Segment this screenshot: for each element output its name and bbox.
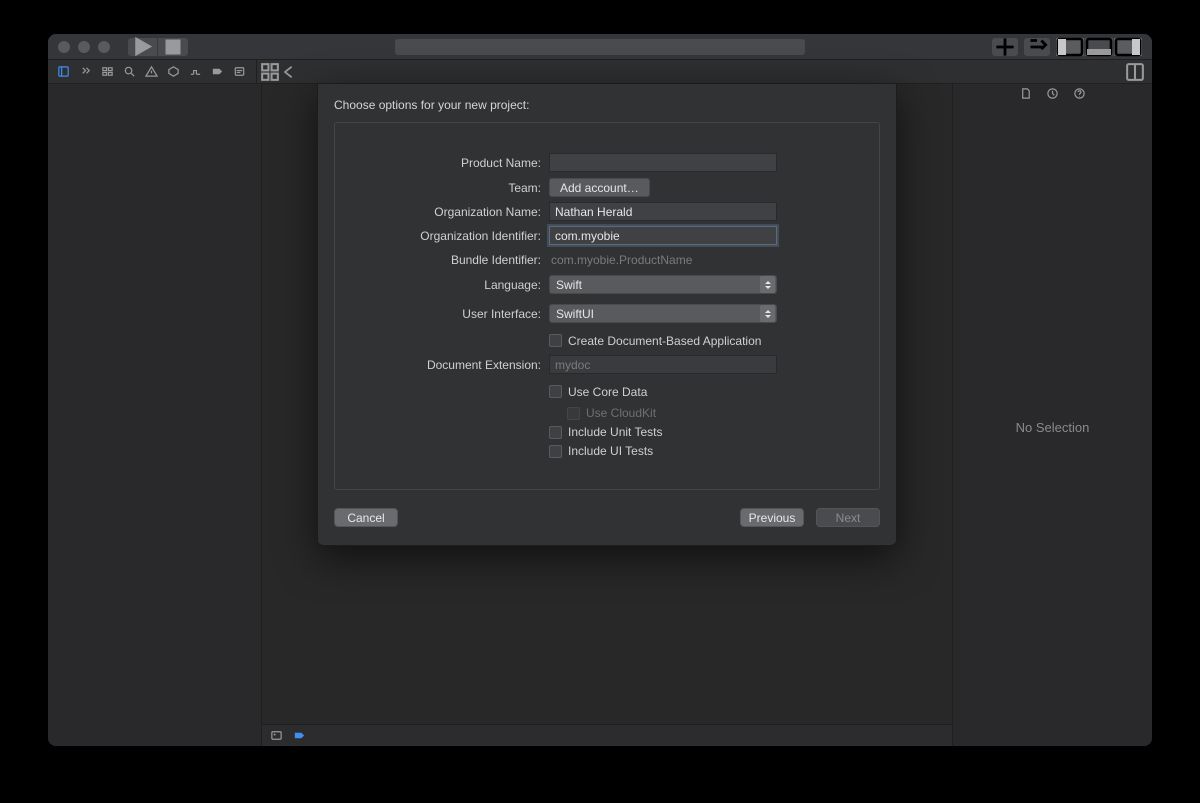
main-body: Choose options for your new project: Pro… (48, 84, 1152, 746)
debug-bar (262, 724, 952, 746)
run-button[interactable] (128, 38, 158, 56)
cloudkit-checkbox (567, 407, 580, 420)
symbol-navigator-icon[interactable] (96, 60, 118, 84)
panel-toggle-group (1056, 38, 1142, 56)
language-label: Language: (353, 278, 549, 292)
code-review-button[interactable] (1024, 38, 1050, 56)
org-id-input[interactable] (549, 226, 777, 245)
ui-value: SwiftUI (556, 307, 594, 321)
history-inspector-icon[interactable] (1046, 87, 1059, 105)
product-name-input[interactable] (549, 153, 777, 172)
ui-label: User Interface: (353, 307, 549, 321)
org-name-input[interactable] (549, 202, 777, 221)
org-name-label: Organization Name: (353, 205, 549, 219)
navigator-toolbar (48, 60, 1152, 84)
team-label: Team: (353, 181, 549, 195)
doc-ext-input[interactable] (549, 355, 777, 374)
cancel-button[interactable]: Cancel (334, 508, 398, 527)
navigator-panel (48, 84, 262, 746)
ui-select[interactable]: SwiftUI (549, 304, 777, 323)
bundle-id-label: Bundle Identifier: (353, 253, 549, 267)
activity-view (395, 39, 805, 55)
cloudkit-label: Use CloudKit (586, 406, 656, 420)
debug-navigator-icon[interactable] (184, 60, 206, 84)
breakpoint-icon[interactable] (293, 729, 306, 742)
org-id-label: Organization Identifier: (353, 229, 549, 243)
toggle-navigator-button[interactable] (1056, 38, 1085, 56)
language-select[interactable]: Swift (549, 275, 777, 294)
library-button[interactable] (992, 38, 1018, 56)
back-icon[interactable] (281, 60, 297, 84)
previous-button[interactable]: Previous (740, 508, 804, 527)
ui-tests-label: Include UI Tests (568, 444, 653, 458)
unit-tests-checkbox[interactable] (549, 426, 562, 439)
doc-based-checkbox[interactable] (549, 334, 562, 347)
no-selection-label: No Selection (953, 108, 1152, 746)
unit-tests-label: Include Unit Tests (568, 425, 663, 439)
core-data-checkbox[interactable] (549, 385, 562, 398)
traffic-lights (58, 41, 110, 53)
test-navigator-icon[interactable] (162, 60, 184, 84)
chevron-updown-icon (760, 305, 775, 322)
bundle-id-value: com.myobie.ProductName (549, 253, 692, 267)
language-value: Swift (556, 278, 582, 292)
toggle-debug-area-button[interactable] (1085, 38, 1114, 56)
titlebar (48, 34, 1152, 60)
next-button: Next (816, 508, 880, 527)
file-inspector-icon[interactable] (1019, 87, 1032, 105)
editor-options-icon[interactable] (1124, 60, 1146, 84)
find-navigator-icon[interactable] (118, 60, 140, 84)
core-data-label: Use Core Data (568, 385, 647, 399)
chevron-updown-icon (760, 276, 775, 293)
minimize-window-button[interactable] (78, 41, 90, 53)
editor-area: Choose options for your new project: Pro… (262, 84, 952, 746)
product-name-label: Product Name: (353, 156, 549, 170)
stop-button[interactable] (158, 38, 188, 56)
grid-icon[interactable] (259, 60, 281, 84)
help-inspector-icon[interactable] (1073, 87, 1086, 105)
toggle-inspector-button[interactable] (1114, 38, 1142, 56)
filter-icon[interactable] (270, 729, 283, 742)
run-stop-group (128, 38, 188, 56)
new-project-sheet: Choose options for your new project: Pro… (317, 84, 897, 546)
source-control-navigator-icon[interactable] (74, 60, 96, 84)
issue-navigator-icon[interactable] (140, 60, 162, 84)
titlebar-right-controls (992, 38, 1142, 56)
ui-tests-checkbox[interactable] (549, 445, 562, 458)
options-form: Product Name: Team: Add account… Organiz… (334, 122, 880, 490)
add-account-button[interactable]: Add account… (549, 178, 650, 197)
breakpoint-navigator-icon[interactable] (206, 60, 228, 84)
inspector-panel: No Selection (952, 84, 1152, 746)
project-navigator-icon[interactable] (52, 60, 74, 84)
zoom-window-button[interactable] (98, 41, 110, 53)
inspector-tabs (953, 84, 1152, 108)
xcode-window: Choose options for your new project: Pro… (48, 34, 1152, 746)
doc-ext-label: Document Extension: (353, 358, 549, 372)
doc-based-label: Create Document-Based Application (568, 334, 761, 348)
close-window-button[interactable] (58, 41, 70, 53)
sheet-footer: Cancel Previous Next (334, 508, 880, 527)
sheet-title: Choose options for your new project: (334, 98, 880, 112)
report-navigator-icon[interactable] (228, 60, 250, 84)
